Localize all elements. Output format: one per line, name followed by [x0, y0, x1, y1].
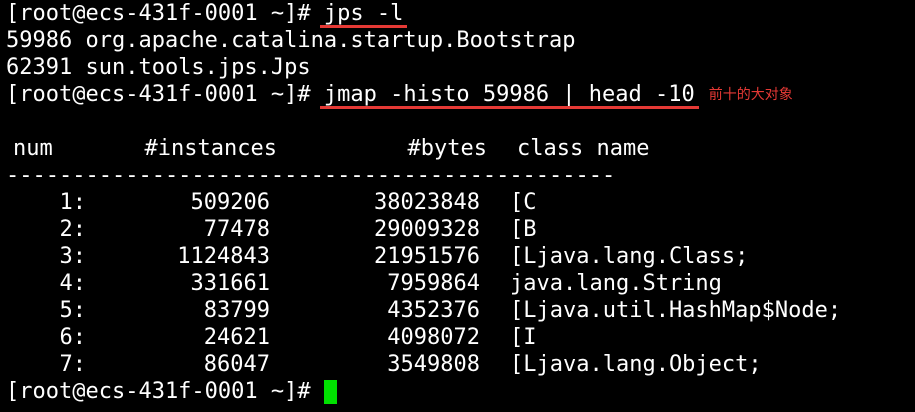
- header-class-name: class name: [517, 136, 650, 161]
- row-bytes: 7959864: [387, 271, 480, 296]
- separator-line: ----------------------------------------…: [6, 163, 616, 188]
- shell-prompt: [root@ecs-431f-0001 ~]#: [6, 82, 324, 107]
- row-class-name: [B: [510, 217, 537, 242]
- red-underline-annotation: [319, 106, 699, 109]
- row-class-name: [Ljava.lang.Object;: [510, 352, 762, 377]
- row-num: 1:: [59, 190, 87, 215]
- row-instances: 86047: [203, 352, 270, 377]
- table-row: 5: 83799 4352376 [Ljava.util.HashMap$Nod…: [6, 297, 911, 324]
- row-num: 4:: [59, 271, 87, 296]
- row-class-name: java.lang.String: [510, 271, 722, 296]
- table-row: 6: 24621 4098072 [I: [6, 324, 911, 351]
- row-class-name: [C: [510, 190, 537, 215]
- prompt-line-final[interactable]: [root@ecs-431f-0001 ~]#: [6, 378, 911, 405]
- red-underline-annotation: [319, 25, 408, 28]
- header-bytes: #bytes: [407, 136, 487, 161]
- row-instances: 331661: [190, 271, 270, 296]
- row-bytes: 38023848: [374, 190, 480, 215]
- table-header: num #instances #bytes class name: [6, 135, 911, 162]
- row-num: 3:: [59, 244, 87, 269]
- row-bytes: 3549808: [387, 352, 480, 377]
- command-jps: jps -l: [319, 0, 408, 28]
- row-class-name: [I: [510, 325, 537, 350]
- row-bytes: 29009328: [374, 217, 480, 242]
- output-line: 62391 sun.tools.jps.Jps: [6, 55, 311, 80]
- row-bytes: 4098072: [387, 325, 480, 350]
- command-text: jps -l: [323, 1, 404, 26]
- command-jmap: jmap -histo 59986 | head -10: [319, 81, 699, 109]
- annotation-label: 前十的大对象: [708, 87, 793, 103]
- row-num: 6:: [59, 325, 87, 350]
- row-num: 5:: [59, 298, 87, 323]
- row-num: 2:: [59, 217, 87, 242]
- terminal-window[interactable]: [root@ecs-431f-0001 ~]# jps -l 59986 org…: [6, 0, 911, 412]
- row-instances: 77478: [203, 217, 270, 242]
- row-instances: 24621: [203, 325, 270, 350]
- row-bytes: 21951576: [374, 244, 480, 269]
- header-instances: #instances: [144, 136, 277, 161]
- table-row: 4: 331661 7959864 java.lang.String: [6, 270, 911, 297]
- cursor-block: [323, 380, 337, 404]
- row-instances: 509206: [190, 190, 270, 215]
- table-row: 1: 509206 38023848 [C: [6, 189, 911, 216]
- row-instances: 1124843: [177, 244, 270, 269]
- prompt-line-jmap: [root@ecs-431f-0001 ~]# jmap -histo 5998…: [6, 81, 911, 109]
- row-instances: 83799: [203, 298, 270, 323]
- output-line: 59986 org.apache.catalina.startup.Bootst…: [6, 28, 576, 53]
- table-row: 2: 77478 29009328 [B: [6, 216, 911, 243]
- prompt-line-jps: [root@ecs-431f-0001 ~]# jps -l: [6, 0, 911, 28]
- shell-prompt: [root@ecs-431f-0001 ~]#: [6, 379, 324, 404]
- command-text: jmap -histo 59986 | head -10: [323, 82, 695, 107]
- row-class-name: [Ljava.lang.Class;: [510, 244, 749, 269]
- table-row: 7: 86047 3549808 [Ljava.lang.Object;: [6, 351, 911, 378]
- row-class-name: [Ljava.util.HashMap$Node;: [510, 298, 842, 323]
- shell-prompt: [root@ecs-431f-0001 ~]#: [6, 1, 324, 26]
- row-num: 7:: [59, 352, 87, 377]
- table-row: 3: 1124843 21951576 [Ljava.lang.Class;: [6, 243, 911, 270]
- header-num: num: [13, 136, 53, 161]
- row-bytes: 4352376: [387, 298, 480, 323]
